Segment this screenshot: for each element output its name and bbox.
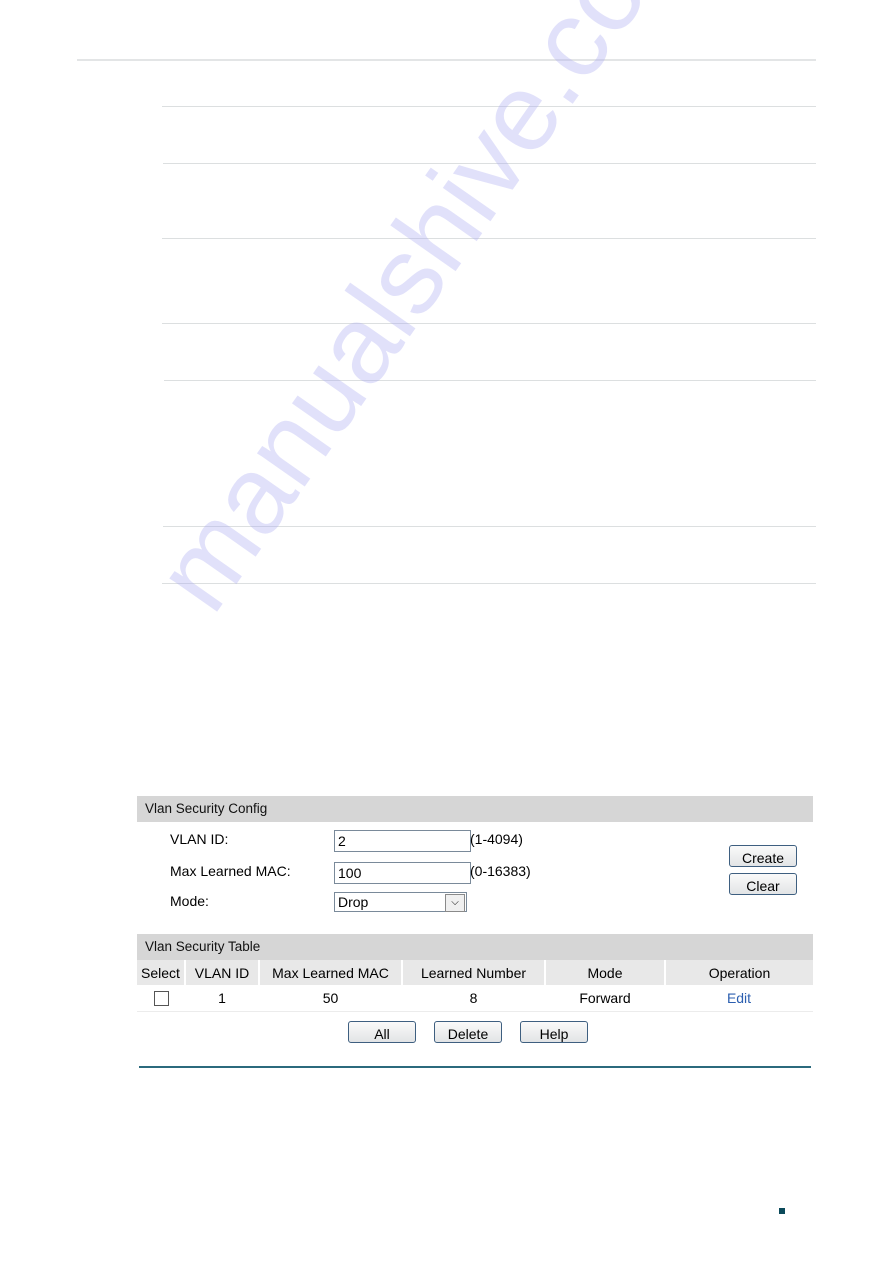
divider	[162, 238, 816, 239]
help-button[interactable]: Help	[520, 1021, 588, 1043]
clear-button[interactable]: Clear	[729, 873, 797, 895]
select-cell	[137, 985, 185, 1012]
column-header-operation: Operation	[665, 960, 813, 985]
column-header-max-learned-mac: Max Learned MAC	[259, 960, 403, 985]
divider	[163, 526, 816, 527]
divider	[164, 380, 816, 381]
table-row: 1 50 8 Forward Edit	[137, 985, 813, 1012]
vlan-id-input[interactable]	[334, 830, 471, 852]
max-learned-mac-cell: 50	[259, 985, 402, 1012]
edit-link[interactable]: Edit	[727, 990, 751, 1006]
vlan-security-table: Select VLAN ID Max Learned MAC Learned N…	[137, 960, 813, 1012]
table-header-row: Select VLAN ID Max Learned MAC Learned N…	[137, 960, 813, 985]
row-select-checkbox[interactable]	[153, 991, 169, 1007]
column-header-learned-number: Learned Number	[402, 960, 546, 985]
section-divider	[139, 1066, 811, 1068]
column-header-vlan-id: VLAN ID	[185, 960, 260, 985]
table-panel-header: Vlan Security Table	[137, 934, 813, 960]
learned-number-cell: 8	[402, 985, 545, 1012]
mode-cell: Forward	[545, 985, 665, 1012]
column-header-mode: Mode	[545, 960, 666, 985]
max-learned-mac-label: Max Learned MAC:	[170, 863, 291, 879]
watermark: manualshive.com	[131, 0, 724, 632]
divider	[163, 163, 816, 164]
config-panel: VLAN ID: (1-4094) Max Learned MAC: (0-16…	[137, 796, 813, 920]
operation-cell: Edit	[665, 985, 813, 1012]
page-marker-icon	[779, 1208, 785, 1214]
chevron-down-icon[interactable]: ⌵	[445, 894, 465, 912]
vlan-id-label: VLAN ID:	[170, 831, 229, 847]
delete-button[interactable]: Delete	[434, 1021, 502, 1043]
column-header-select: Select	[137, 960, 186, 985]
mode-select[interactable]: Drop ⌵	[334, 892, 467, 912]
table-panel-title: Vlan Security Table	[137, 934, 813, 960]
divider	[77, 59, 816, 61]
mode-selected-value: Drop	[338, 894, 369, 910]
select-all-button[interactable]: All	[348, 1021, 416, 1043]
divider	[162, 583, 816, 584]
create-button[interactable]: Create	[729, 845, 797, 867]
max-learned-mac-input[interactable]	[334, 862, 471, 884]
max-learned-mac-range-hint: (0-16383)	[470, 863, 531, 879]
divider	[162, 323, 816, 324]
mode-label: Mode:	[170, 893, 209, 909]
divider	[162, 106, 816, 107]
vlan-id-range-hint: (1-4094)	[470, 831, 523, 847]
vlan-id-cell: 1	[185, 985, 259, 1012]
